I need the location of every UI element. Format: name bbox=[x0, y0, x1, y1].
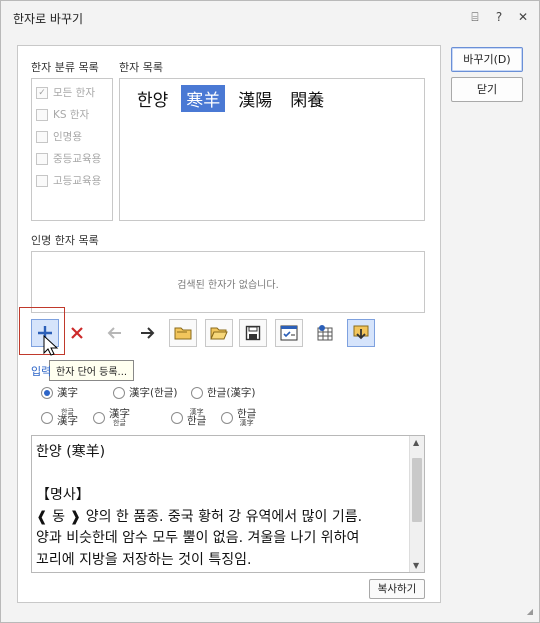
copy-button[interactable]: 복사하기 bbox=[369, 579, 425, 599]
category-item-all[interactable]: ✓ 모든 한자 bbox=[36, 85, 95, 100]
name-hanja-list[interactable]: 검색된 한자가 없습니다. bbox=[31, 251, 425, 313]
input-format-label: 입력 bbox=[31, 365, 52, 378]
hanja-option[interactable]: 한양 bbox=[132, 85, 173, 112]
scroll-up-icon[interactable]: ▲ bbox=[413, 438, 419, 447]
ruby-text: 漢字 bbox=[239, 418, 254, 427]
resize-grip-icon[interactable]: ◢ bbox=[527, 607, 533, 616]
base-text: 한글 bbox=[237, 408, 257, 420]
move-right-button[interactable] bbox=[133, 319, 161, 347]
category-item-ks[interactable]: KS 한자 bbox=[36, 107, 89, 122]
delete-x-icon bbox=[71, 327, 83, 339]
base-text: 한글 bbox=[187, 415, 207, 427]
checkbox-icon bbox=[36, 108, 48, 121]
dialog-window: 한자로 바꾸기 ⌸ ? ✕ 바꾸기(D) 닫기 한자 분류 목록 ✓ 모든 한자… bbox=[0, 0, 540, 623]
empty-message: 검색된 한자가 없습니다. bbox=[177, 280, 279, 291]
checkbox-icon bbox=[36, 174, 48, 187]
checkbox-icon bbox=[36, 130, 48, 143]
mouse-cursor-icon bbox=[43, 335, 59, 356]
definition-line: ❰ 동 ❱ 양의 한 품종. 중국 황허 강 유역에서 많이 기름. bbox=[36, 508, 363, 525]
hanja-option[interactable]: 漢陽 bbox=[233, 85, 277, 112]
format-option-hanja-hangul[interactable]: 漢字(한글) bbox=[113, 385, 191, 400]
category-item-name[interactable]: 인명용 bbox=[36, 129, 82, 144]
radio-icon bbox=[191, 386, 203, 399]
format-option-label: 한글(漢字) bbox=[207, 387, 256, 399]
folder-open-icon bbox=[210, 327, 228, 340]
radio-icon bbox=[93, 411, 105, 424]
checkbox-icon: ✓ bbox=[36, 86, 48, 99]
base-text: 漢字 bbox=[109, 408, 130, 420]
format-option-hanja[interactable]: 漢字 bbox=[41, 385, 113, 400]
save-icon bbox=[245, 325, 261, 341]
hanja-list-label: 한자 목록 bbox=[119, 61, 163, 74]
download-icon bbox=[353, 325, 369, 340]
close-button[interactable]: 닫기 bbox=[451, 77, 523, 102]
convert-button[interactable]: 바꾸기(D) bbox=[451, 47, 523, 72]
category-item-label: 고등교육용 bbox=[53, 175, 102, 187]
scroll-thumb[interactable] bbox=[412, 458, 422, 522]
arrow-right-icon bbox=[141, 327, 155, 339]
definition-pos: 【명사】 bbox=[36, 487, 90, 503]
format-option-ruby-below[interactable]: 漢字 한글 bbox=[93, 409, 171, 427]
radio-icon bbox=[171, 411, 183, 424]
category-item-middle-school[interactable]: 중등교육용 bbox=[36, 151, 101, 166]
format-option-ruby-above[interactable]: 한글 漢字 bbox=[41, 409, 93, 427]
category-item-high-school[interactable]: 고등교육용 bbox=[36, 173, 101, 188]
format-option-label: 漢字(한글) bbox=[129, 387, 178, 399]
category-item-label: 중등교육용 bbox=[53, 153, 102, 165]
dialog-title: 한자로 바꾸기 bbox=[13, 12, 84, 26]
category-list: ✓ 모든 한자 KS 한자 인명용 중등교육용 고등교육용 bbox=[31, 78, 113, 221]
tooltip: 한자 단어 등록... bbox=[49, 360, 135, 381]
definition-line: 꼬리에 지방을 저장하는 것이 특징임. bbox=[36, 551, 252, 568]
hanja-list[interactable]: 한양 寒羊 漢陽 閑養 bbox=[119, 78, 425, 221]
category-item-label: KS 한자 bbox=[53, 109, 90, 121]
format-option-hangul-hanja[interactable]: 한글(漢字) bbox=[191, 385, 281, 400]
folder-icon bbox=[174, 327, 192, 340]
move-left-button[interactable] bbox=[101, 319, 129, 347]
definition-headword: 한양 (寒羊) bbox=[36, 444, 106, 460]
name-hanja-label: 인명 한자 목록 bbox=[31, 234, 99, 247]
open-file-button[interactable] bbox=[205, 319, 233, 347]
arrow-left-icon bbox=[107, 327, 121, 339]
radio-icon bbox=[41, 411, 53, 424]
hanja-option-selected[interactable]: 寒羊 bbox=[181, 85, 226, 112]
format-option-label: 漢字 bbox=[57, 387, 78, 399]
delete-button[interactable] bbox=[63, 319, 91, 347]
table-gear-icon bbox=[317, 325, 333, 341]
checklist-icon bbox=[280, 325, 298, 341]
checklist-button[interactable] bbox=[275, 319, 303, 347]
category-list-label: 한자 분류 목록 bbox=[31, 61, 99, 74]
format-option-hangul-ruby-below[interactable]: 한글 漢字 bbox=[221, 409, 281, 427]
radio-icon bbox=[41, 386, 53, 399]
scrollbar[interactable]: ▲ ▼ bbox=[409, 436, 424, 572]
title-bar: 한자로 바꾸기 ⌸ ? ✕ bbox=[1, 1, 539, 35]
scroll-down-icon[interactable]: ▼ bbox=[413, 561, 419, 570]
hanja-option[interactable]: 閑養 bbox=[285, 85, 329, 112]
category-item-label: 인명용 bbox=[53, 131, 82, 143]
ruby-text: 한글 bbox=[113, 418, 126, 427]
close-icon[interactable]: ✕ bbox=[517, 10, 529, 25]
category-item-label: 모든 한자 bbox=[53, 87, 95, 99]
format-option-hangul-ruby-above[interactable]: 漢字 한글 bbox=[171, 409, 221, 427]
checkbox-icon bbox=[36, 152, 48, 165]
definition-line: 양과 비슷한데 암수 모두 뿔이 없음. 겨울을 나기 위하여 bbox=[36, 530, 360, 546]
message-icon[interactable]: ⌸ bbox=[469, 10, 481, 25]
save-button[interactable] bbox=[239, 319, 267, 347]
definition-blank-line bbox=[36, 464, 408, 486]
open-folder-button[interactable] bbox=[169, 319, 197, 347]
format-row-1: 漢字 漢字(한글) 한글(漢字) bbox=[41, 385, 281, 400]
table-settings-button[interactable] bbox=[311, 319, 339, 347]
help-icon[interactable]: ? bbox=[493, 10, 505, 25]
base-text: 漢字 bbox=[57, 415, 78, 427]
import-button[interactable] bbox=[347, 319, 375, 347]
definition-text-box[interactable]: 한양 (寒羊) 【명사】 ❰ 동 ❱ 양의 한 품종. 중국 황허 강 유역에서… bbox=[31, 435, 425, 573]
radio-icon bbox=[113, 386, 125, 399]
format-row-2: 한글 漢字 漢字 한글 漢字 한글 한글 漢字 bbox=[41, 409, 281, 427]
radio-icon bbox=[221, 411, 233, 424]
